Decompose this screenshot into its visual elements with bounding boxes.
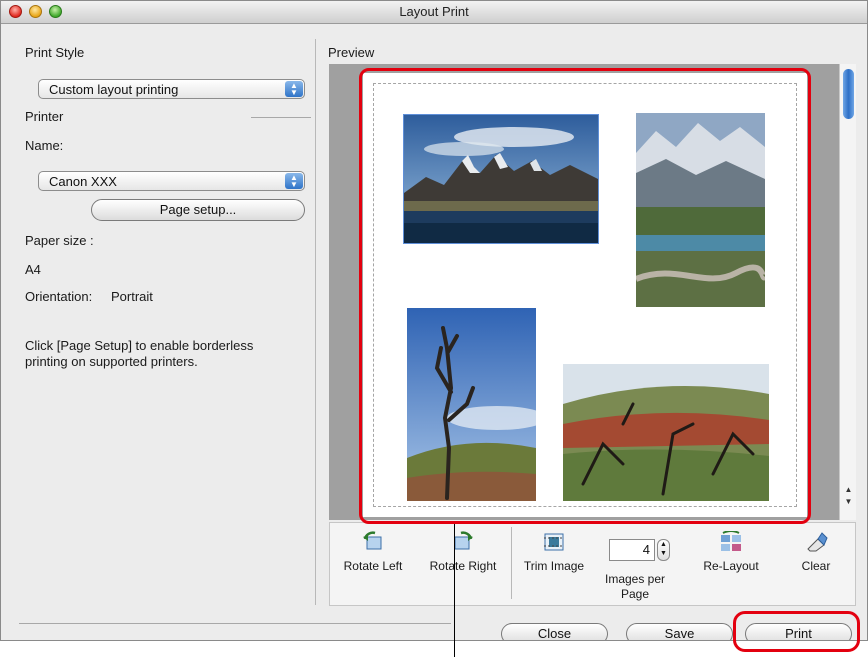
- clear-button[interactable]: Clear: [786, 531, 846, 573]
- rotate-right-button[interactable]: Rotate Right: [423, 531, 503, 573]
- orientation-value: Portrait: [111, 289, 153, 304]
- rotate-right-label: Rotate Right: [429, 559, 497, 573]
- images-per-page-stepper[interactable]: ▲ ▼: [657, 539, 670, 561]
- printer-label: Printer: [25, 109, 64, 124]
- save-button[interactable]: Save: [626, 623, 733, 640]
- rotate-left-button[interactable]: Rotate Left: [338, 531, 408, 573]
- title-bar[interactable]: Layout Print: [1, 1, 867, 24]
- preview-scrollbar[interactable]: [839, 64, 856, 520]
- footer-divider: [19, 623, 451, 624]
- re-layout-icon: [719, 530, 743, 553]
- callout-line: [454, 524, 455, 657]
- printer-section-divider: [251, 117, 311, 118]
- print-style-popup[interactable]: Custom layout printing ▲ ▼: [38, 79, 305, 99]
- scroll-down-icon[interactable]: ▼: [843, 497, 854, 507]
- paper-size-label: Paper size :: [25, 233, 94, 248]
- print-style-label: Print Style: [25, 45, 85, 60]
- rotate-left-label: Rotate Left: [343, 559, 403, 573]
- printer-name-popup[interactable]: Canon XXX ▲ ▼: [38, 171, 305, 191]
- toolbar-divider: [511, 527, 512, 599]
- rotate-left-icon: [361, 531, 385, 553]
- window-title: Layout Print: [399, 4, 469, 19]
- eraser-icon: [804, 531, 828, 553]
- images-per-page-label: Images per Page: [604, 572, 666, 601]
- printer-name-label: Name:: [25, 138, 64, 153]
- re-layout-label: Re-Layout: [703, 559, 759, 573]
- trim-image-label: Trim Image: [523, 559, 585, 573]
- print-highlight-box: [733, 611, 860, 652]
- scrollbar-thumb[interactable]: [843, 69, 854, 119]
- trim-image-icon: [542, 531, 566, 553]
- paper-size-value: A4: [25, 262, 41, 277]
- close-button[interactable]: Close: [501, 623, 608, 640]
- trim-image-button[interactable]: Trim Image: [518, 531, 590, 573]
- borderless-help-text: Click [Page Setup] to enable borderless …: [25, 338, 254, 369]
- print-style-value: Custom layout printing: [49, 82, 179, 97]
- orientation-label: Orientation:: [25, 289, 93, 304]
- clear-label: Clear: [801, 559, 831, 573]
- panel-divider: [315, 39, 316, 605]
- preview-label: Preview: [328, 45, 375, 60]
- printer-name-value: Canon XXX: [49, 174, 117, 189]
- popup-arrows-icon: ▲ ▼: [285, 173, 303, 189]
- layout-toolbar: [329, 522, 856, 606]
- page-setup-button[interactable]: Page setup...: [91, 199, 305, 221]
- popup-arrows-icon: ▲ ▼: [285, 81, 303, 97]
- re-layout-button[interactable]: Re-Layout: [691, 530, 771, 573]
- images-per-page-input[interactable]: 4: [609, 539, 655, 561]
- scroll-up-icon[interactable]: ▲: [843, 485, 854, 495]
- preview-highlight-box: [359, 68, 811, 524]
